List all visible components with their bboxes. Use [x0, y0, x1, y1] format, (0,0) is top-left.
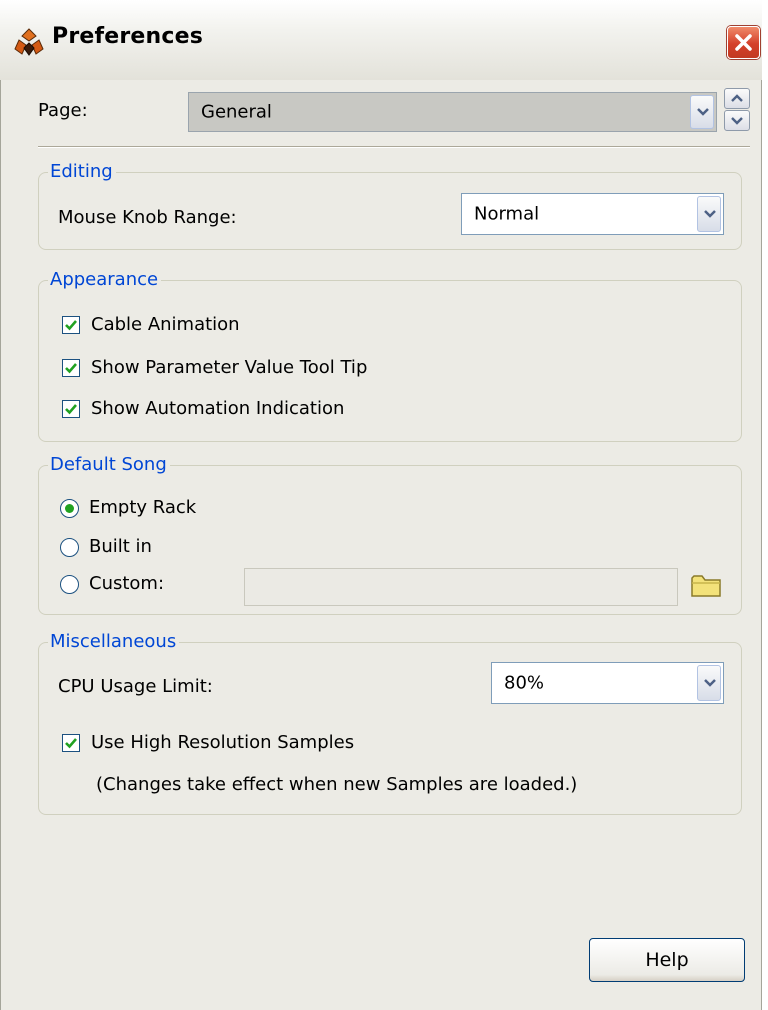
preferences-dialog: Preferences Page: General Editing Mouse …: [0, 0, 762, 1010]
checkmark-icon: [65, 320, 77, 331]
cpu-usage-limit-label: CPU Usage Limit:: [58, 676, 213, 697]
spin-up-button[interactable]: [724, 88, 750, 109]
built-in-radio[interactable]: [60, 538, 79, 557]
high-resolution-samples-checkbox[interactable]: [62, 734, 80, 752]
radio-selected-dot: [65, 504, 74, 513]
window-title: Preferences: [52, 24, 204, 49]
checkmark-icon: [65, 404, 77, 415]
page-spinner[interactable]: [724, 88, 750, 132]
empty-rack-radio[interactable]: [60, 499, 79, 518]
checkmark-icon: [65, 738, 77, 749]
custom-radio[interactable]: [60, 575, 79, 594]
empty-rack-label[interactable]: Empty Rack: [89, 497, 196, 518]
browse-folder-button[interactable]: [690, 572, 723, 599]
custom-label[interactable]: Custom:: [89, 573, 164, 594]
mouse-knob-range-dropdown[interactable]: Normal: [461, 193, 724, 235]
cpu-usage-limit-dropdown[interactable]: 80%: [491, 662, 724, 704]
samples-note: (Changes take effect when new Samples ar…: [96, 774, 578, 795]
default-song-group-title: Default Song: [48, 454, 170, 475]
folder-icon: [691, 575, 721, 597]
title-bar[interactable]: Preferences: [0, 0, 762, 81]
window-frame-left: [0, 80, 10, 1010]
header-separator: [38, 146, 750, 148]
built-in-label[interactable]: Built in: [89, 536, 152, 557]
chevron-down-icon: [697, 108, 709, 116]
chevron-down-icon: [704, 679, 716, 687]
show-automation-indication-label[interactable]: Show Automation Indication: [91, 398, 344, 419]
checkmark-icon: [65, 363, 77, 374]
reason-app-icon: [14, 28, 44, 56]
high-resolution-samples-label[interactable]: Use High Resolution Samples: [91, 732, 354, 753]
spin-up-icon: [731, 94, 743, 102]
editing-group-title: Editing: [48, 161, 116, 182]
spin-down-icon: [731, 117, 743, 125]
mouse-knob-range-dropdown-button[interactable]: [697, 196, 721, 232]
chevron-down-icon: [704, 210, 716, 218]
page-dropdown-button[interactable]: [690, 95, 714, 129]
cable-animation-checkbox[interactable]: [62, 316, 80, 334]
cpu-usage-limit-dropdown-button[interactable]: [697, 665, 721, 701]
show-parameter-tooltip-checkbox[interactable]: [62, 359, 80, 377]
cable-animation-label[interactable]: Cable Animation: [91, 314, 240, 335]
cpu-usage-limit-value: 80%: [504, 672, 545, 694]
appearance-group-title: Appearance: [48, 269, 162, 290]
window-frame-right: [754, 80, 762, 1010]
close-icon: [735, 34, 752, 51]
mouse-knob-range-value: Normal: [474, 203, 540, 225]
custom-song-path-field[interactable]: [244, 568, 678, 606]
page-label: Page:: [38, 100, 88, 121]
mouse-knob-range-label: Mouse Knob Range:: [58, 207, 237, 228]
show-automation-indication-checkbox[interactable]: [62, 400, 80, 418]
page-dropdown[interactable]: General: [188, 92, 717, 132]
show-parameter-tooltip-label[interactable]: Show Parameter Value Tool Tip: [91, 357, 367, 378]
close-button[interactable]: [727, 26, 760, 59]
help-button[interactable]: Help: [589, 938, 745, 982]
miscellaneous-group-title: Miscellaneous: [48, 631, 180, 652]
spin-down-button[interactable]: [724, 110, 750, 131]
page-dropdown-value: General: [201, 101, 272, 123]
